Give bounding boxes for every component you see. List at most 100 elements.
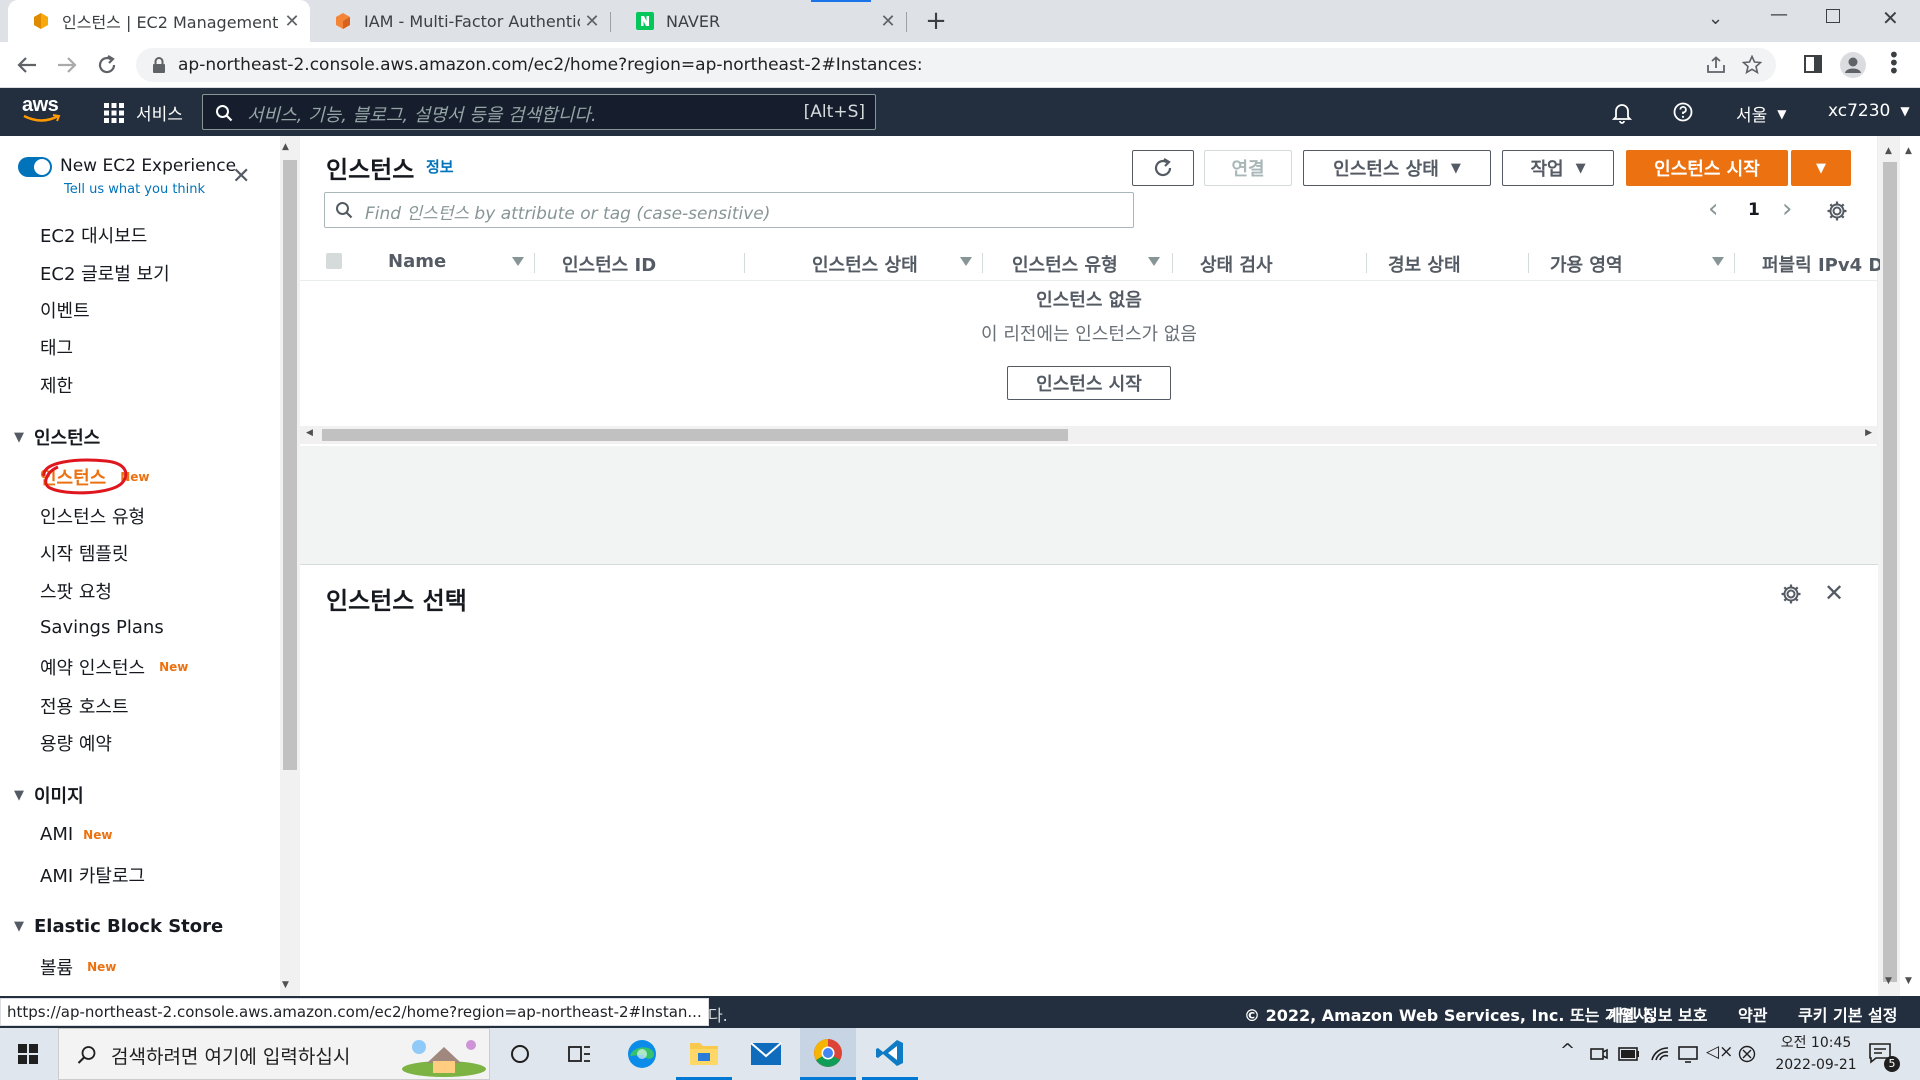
- sidebar-scrollbar[interactable]: ▲ ▼: [280, 136, 300, 996]
- bookmark-star-icon[interactable]: [1742, 55, 1762, 75]
- previous-page-icon[interactable]: ‹: [1708, 194, 1718, 224]
- nav-events[interactable]: 이벤트: [40, 297, 90, 323]
- page-scrollbar[interactable]: ▲ ▼: [1900, 136, 1920, 996]
- column-divider[interactable]: [1734, 253, 1735, 273]
- instance-filter-input[interactable]: Find 인스턴스 by attribute or tag (case-sens…: [324, 192, 1134, 228]
- actions-button[interactable]: 작업 ▼: [1502, 150, 1614, 186]
- main-scrollbar[interactable]: ▲ ▼: [1880, 136, 1900, 996]
- close-icon[interactable]: ✕: [232, 164, 250, 189]
- nav-ec2-dashboard[interactable]: EC2 대시보드: [40, 222, 147, 248]
- info-link[interactable]: 정보: [426, 156, 454, 177]
- nav-volumes[interactable]: 볼륨 New: [40, 954, 116, 980]
- nav-tags[interactable]: 태그: [40, 334, 73, 360]
- tab-ec2[interactable]: 인스턴스 | EC2 Management Co ✕: [8, 0, 310, 42]
- settings-gear-icon[interactable]: [1826, 200, 1848, 222]
- footer-terms-link[interactable]: 약관: [1738, 1002, 1767, 1026]
- close-tab-icon[interactable]: ✕: [876, 11, 900, 32]
- column-header-instance-state[interactable]: 인스턴스 상태: [812, 251, 918, 277]
- nav-spot-requests[interactable]: 스팟 요청: [40, 578, 112, 604]
- input-indicator-icon[interactable]: [1738, 1045, 1756, 1063]
- column-divider[interactable]: [982, 253, 983, 273]
- tab-search-chevron-icon[interactable]: ⌄: [1708, 8, 1723, 29]
- minimize-window-icon[interactable]: —: [1770, 4, 1788, 25]
- tab-naver[interactable]: NAVER ✕: [612, 0, 906, 42]
- column-divider[interactable]: [1528, 253, 1529, 273]
- browser-menu-icon[interactable]: • • •: [1888, 45, 1900, 81]
- next-page-icon[interactable]: ›: [1782, 194, 1792, 224]
- empty-launch-instances-button[interactable]: 인스턴스 시작: [1007, 366, 1171, 400]
- nav-capacity-reservations[interactable]: 용량 예약: [40, 730, 112, 756]
- close-window-icon[interactable]: ✕: [1882, 6, 1899, 30]
- sidebar-scroll-thumb[interactable]: [283, 160, 297, 770]
- nav-savings-plans[interactable]: Savings Plans: [40, 617, 164, 638]
- instance-state-button[interactable]: 인스턴스 상태 ▼: [1303, 150, 1491, 186]
- launch-dropdown-button[interactable]: ▼: [1791, 150, 1851, 186]
- services-menu-button[interactable]: 서비스: [104, 100, 183, 125]
- aws-search-box[interactable]: 서비스, 기능, 블로그, 설명서 등을 검색합니다. [Alt+S]: [202, 94, 876, 130]
- nav-section-ebs[interactable]: ▼ Elastic Block Store: [14, 916, 223, 937]
- close-icon[interactable]: ✕: [1824, 579, 1844, 607]
- column-header-status-check[interactable]: 상태 검사: [1200, 251, 1273, 277]
- column-divider[interactable]: [534, 253, 535, 273]
- share-icon[interactable]: [1706, 56, 1726, 74]
- nav-dedicated-hosts[interactable]: 전용 호스트: [40, 693, 129, 719]
- nav-reserved-instances[interactable]: 예약 인스턴스 New: [40, 654, 188, 680]
- taskbar-file-explorer[interactable]: [676, 1028, 732, 1080]
- wifi-icon[interactable]: [1650, 1046, 1670, 1062]
- close-tab-icon[interactable]: ✕: [580, 11, 604, 32]
- footer-privacy-link[interactable]: 개인 정보 보호: [1608, 1002, 1707, 1026]
- sort-icon[interactable]: [1148, 257, 1160, 266]
- tab-iam[interactable]: IAM - Multi-Factor Authenticatio ✕: [310, 0, 610, 42]
- page-number[interactable]: 1: [1748, 200, 1760, 220]
- taskbar-chrome[interactable]: [800, 1028, 856, 1080]
- nav-ami[interactable]: AMI New: [40, 824, 112, 845]
- column-header-instance-id[interactable]: 인스턴스 ID: [562, 251, 656, 277]
- side-panel-icon[interactable]: [1804, 55, 1822, 73]
- settings-gear-icon[interactable]: [1780, 583, 1802, 605]
- maximize-window-icon[interactable]: [1826, 9, 1840, 23]
- sort-icon[interactable]: [960, 257, 972, 266]
- aws-logo[interactable]: aws: [22, 94, 64, 130]
- meet-now-icon[interactable]: [1590, 1046, 1608, 1062]
- action-center-button[interactable]: 5: [1868, 1040, 1908, 1072]
- sort-icon[interactable]: [1712, 257, 1724, 266]
- taskbar-edge[interactable]: [614, 1028, 670, 1080]
- account-menu[interactable]: xc7230 ▼: [1828, 101, 1910, 121]
- refresh-button[interactable]: [1132, 150, 1194, 186]
- new-experience-toggle[interactable]: [18, 157, 52, 177]
- table-horizontal-scrollbar[interactable]: ◀ ▶: [300, 426, 1878, 444]
- forward-arrow-icon[interactable]: [56, 55, 78, 75]
- column-divider[interactable]: [1172, 253, 1173, 273]
- task-view-icon-button[interactable]: [552, 1028, 608, 1080]
- connect-button[interactable]: 연결: [1204, 150, 1292, 186]
- help-icon[interactable]: [1673, 102, 1693, 122]
- speaker-muted-icon[interactable]: ◁×: [1706, 1042, 1733, 1062]
- nav-ami-catalog[interactable]: AMI 카탈로그: [40, 862, 145, 888]
- notifications-bell-icon[interactable]: [1612, 102, 1632, 124]
- back-arrow-icon[interactable]: [16, 55, 38, 75]
- taskbar-vscode[interactable]: [862, 1028, 918, 1080]
- nav-launch-templates[interactable]: 시작 템플릿: [40, 540, 129, 566]
- task-view-button[interactable]: [492, 1028, 548, 1080]
- select-all-checkbox[interactable]: [326, 253, 342, 269]
- sort-icon[interactable]: [512, 257, 524, 266]
- tray-chevron-up-icon[interactable]: ^: [1560, 1040, 1575, 1061]
- nav-ec2-global-view[interactable]: EC2 글로벌 보기: [40, 260, 170, 286]
- nav-limits[interactable]: 제한: [40, 372, 73, 398]
- new-tab-button[interactable]: +: [922, 8, 950, 36]
- profile-avatar[interactable]: [1840, 52, 1866, 78]
- reload-icon[interactable]: [96, 54, 118, 76]
- column-header-alarm-status[interactable]: 경보 상태: [1388, 251, 1461, 277]
- lock-icon[interactable]: [152, 57, 166, 74]
- network-icon[interactable]: [1678, 1045, 1698, 1063]
- nav-instance-types[interactable]: 인스턴스 유형: [40, 503, 145, 529]
- address-bar[interactable]: ap-northeast-2.console.aws.amazon.com/ec…: [136, 48, 1776, 82]
- table-scroll-thumb[interactable]: [322, 429, 1068, 441]
- column-header-availability-zone[interactable]: 가용 영역: [1550, 251, 1623, 277]
- taskbar-clock[interactable]: 오전 10:45 2022-09-21: [1766, 1032, 1866, 1076]
- launch-instances-button[interactable]: 인스턴스 시작: [1626, 150, 1788, 186]
- close-tab-icon[interactable]: ✕: [280, 11, 304, 32]
- column-divider[interactable]: [1366, 253, 1367, 273]
- column-header-instance-type[interactable]: 인스턴스 유형: [1012, 251, 1118, 277]
- feedback-link[interactable]: Tell us what you think: [64, 182, 205, 197]
